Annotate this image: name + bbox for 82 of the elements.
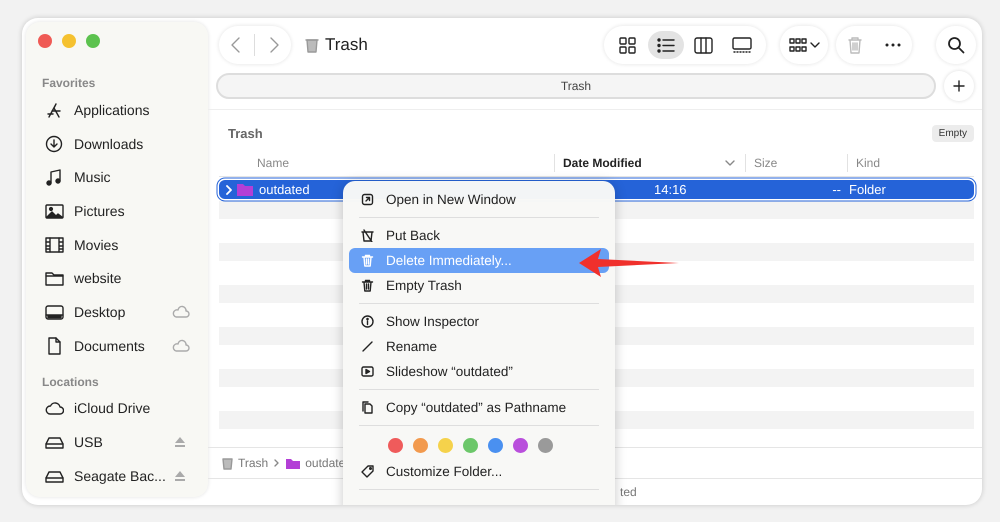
download-icon: [45, 134, 64, 153]
menu-item[interactable]: Empty Trash: [349, 273, 609, 298]
more-icon[interactable]: [884, 42, 902, 48]
column-header[interactable]: Date Modified: [554, 154, 745, 172]
trash-icon[interactable]: [846, 35, 862, 55]
trash-icon: [305, 37, 319, 53]
trash-icon: [361, 254, 374, 267]
sidebar-item[interactable]: Downloads: [26, 126, 208, 160]
tab[interactable]: Trash: [216, 73, 936, 99]
table-cell: --: [832, 182, 841, 197]
play-icon: [361, 365, 374, 378]
sidebar-item[interactable]: iCloud Drive: [26, 392, 208, 426]
menu-item[interactable]: Put Back: [349, 223, 609, 248]
tag-color-dot[interactable]: [413, 438, 428, 452]
minimize-button[interactable]: [62, 34, 76, 48]
menu-item[interactable]: Slideshow “outdated”: [349, 359, 609, 384]
menu-item[interactable]: Copy “outdated” as Pathname: [349, 395, 609, 420]
cloud-icon[interactable]: [172, 304, 190, 319]
group-button[interactable]: [780, 26, 828, 64]
tag-color-dot[interactable]: [388, 438, 403, 452]
sidebar-item[interactable]: Applications: [26, 93, 208, 127]
empty-button[interactable]: Empty: [932, 124, 974, 142]
tag-color-dot[interactable]: [488, 438, 503, 452]
column-header[interactable]: Name: [219, 154, 554, 172]
plus-icon: [953, 80, 965, 92]
sidebar-item[interactable]: Seagate Bac...: [26, 458, 208, 493]
close-button[interactable]: [38, 34, 52, 48]
section-heading: Locations: [41, 374, 100, 390]
info-icon: [361, 315, 374, 328]
sidebar-item[interactable]: Desktop: [26, 295, 208, 329]
window-title: Trash: [325, 35, 368, 55]
table-cell: 14:16: [654, 182, 687, 197]
new-tab-button[interactable]: [944, 71, 974, 101]
gallery-icon: [732, 36, 752, 54]
film-icon: [45, 236, 64, 254]
menu-item[interactable]: Open in New Window: [349, 187, 609, 212]
columns-icon: [694, 36, 714, 54]
search-icon: [947, 36, 965, 54]
tag-icon: [361, 465, 374, 478]
menu-item[interactable]: Show Inspector: [349, 309, 609, 334]
tag-color-dot[interactable]: [538, 438, 553, 452]
sidebar-item[interactable]: USB: [26, 425, 208, 459]
tag-color-dot[interactable]: [463, 438, 478, 452]
pictures-icon: [45, 202, 64, 220]
view-button[interactable]: [648, 31, 684, 59]
menu-item[interactable]: Rename: [349, 334, 609, 359]
column-header[interactable]: Kind: [847, 154, 974, 172]
put-back-icon: [361, 229, 374, 242]
cloud-icon[interactable]: [172, 338, 190, 353]
table-cell: outdated: [259, 182, 310, 197]
column-header[interactable]: Size: [745, 154, 847, 172]
sidebar-item[interactable]: Documents: [26, 328, 208, 362]
chevron-right-icon: [274, 459, 280, 467]
list-icon: [656, 36, 676, 54]
section-heading: Favorites: [41, 75, 96, 92]
sidebar-item[interactable]: Pictures: [26, 194, 208, 228]
sidebar-item[interactable]: website: [26, 261, 208, 296]
sidebar-item[interactable]: Movies: [26, 228, 208, 262]
chevron-down-icon: [725, 160, 735, 166]
grid-icon: [788, 37, 806, 53]
sidebar-item[interactable]: Music: [26, 160, 208, 194]
folder-icon: [237, 183, 253, 196]
chevron-down-icon: [810, 41, 820, 49]
path-item[interactable]: Trash: [238, 456, 268, 470]
menu-item[interactable]: Customize Folder...: [349, 459, 609, 484]
path-item[interactable]: outdate: [305, 456, 346, 470]
pencil-icon: [361, 340, 374, 353]
copy-icon: [361, 401, 374, 414]
trash-icon: [222, 456, 233, 470]
disclosure-icon[interactable]: [225, 184, 233, 194]
new-window-icon: [361, 193, 374, 206]
zoom-button[interactable]: [86, 34, 100, 48]
desktop-icon: [45, 302, 64, 321]
status-text: ted: [620, 485, 637, 499]
table-cell: Folder: [849, 182, 886, 197]
trash-icon: [361, 279, 374, 292]
grid-icon: [618, 36, 638, 54]
folder-icon: [286, 458, 300, 468]
search-button[interactable]: [936, 26, 976, 64]
location-title: Trash: [228, 126, 263, 140]
tag-color-dot[interactable]: [438, 438, 453, 452]
tag-color-dot[interactable]: [513, 438, 528, 452]
